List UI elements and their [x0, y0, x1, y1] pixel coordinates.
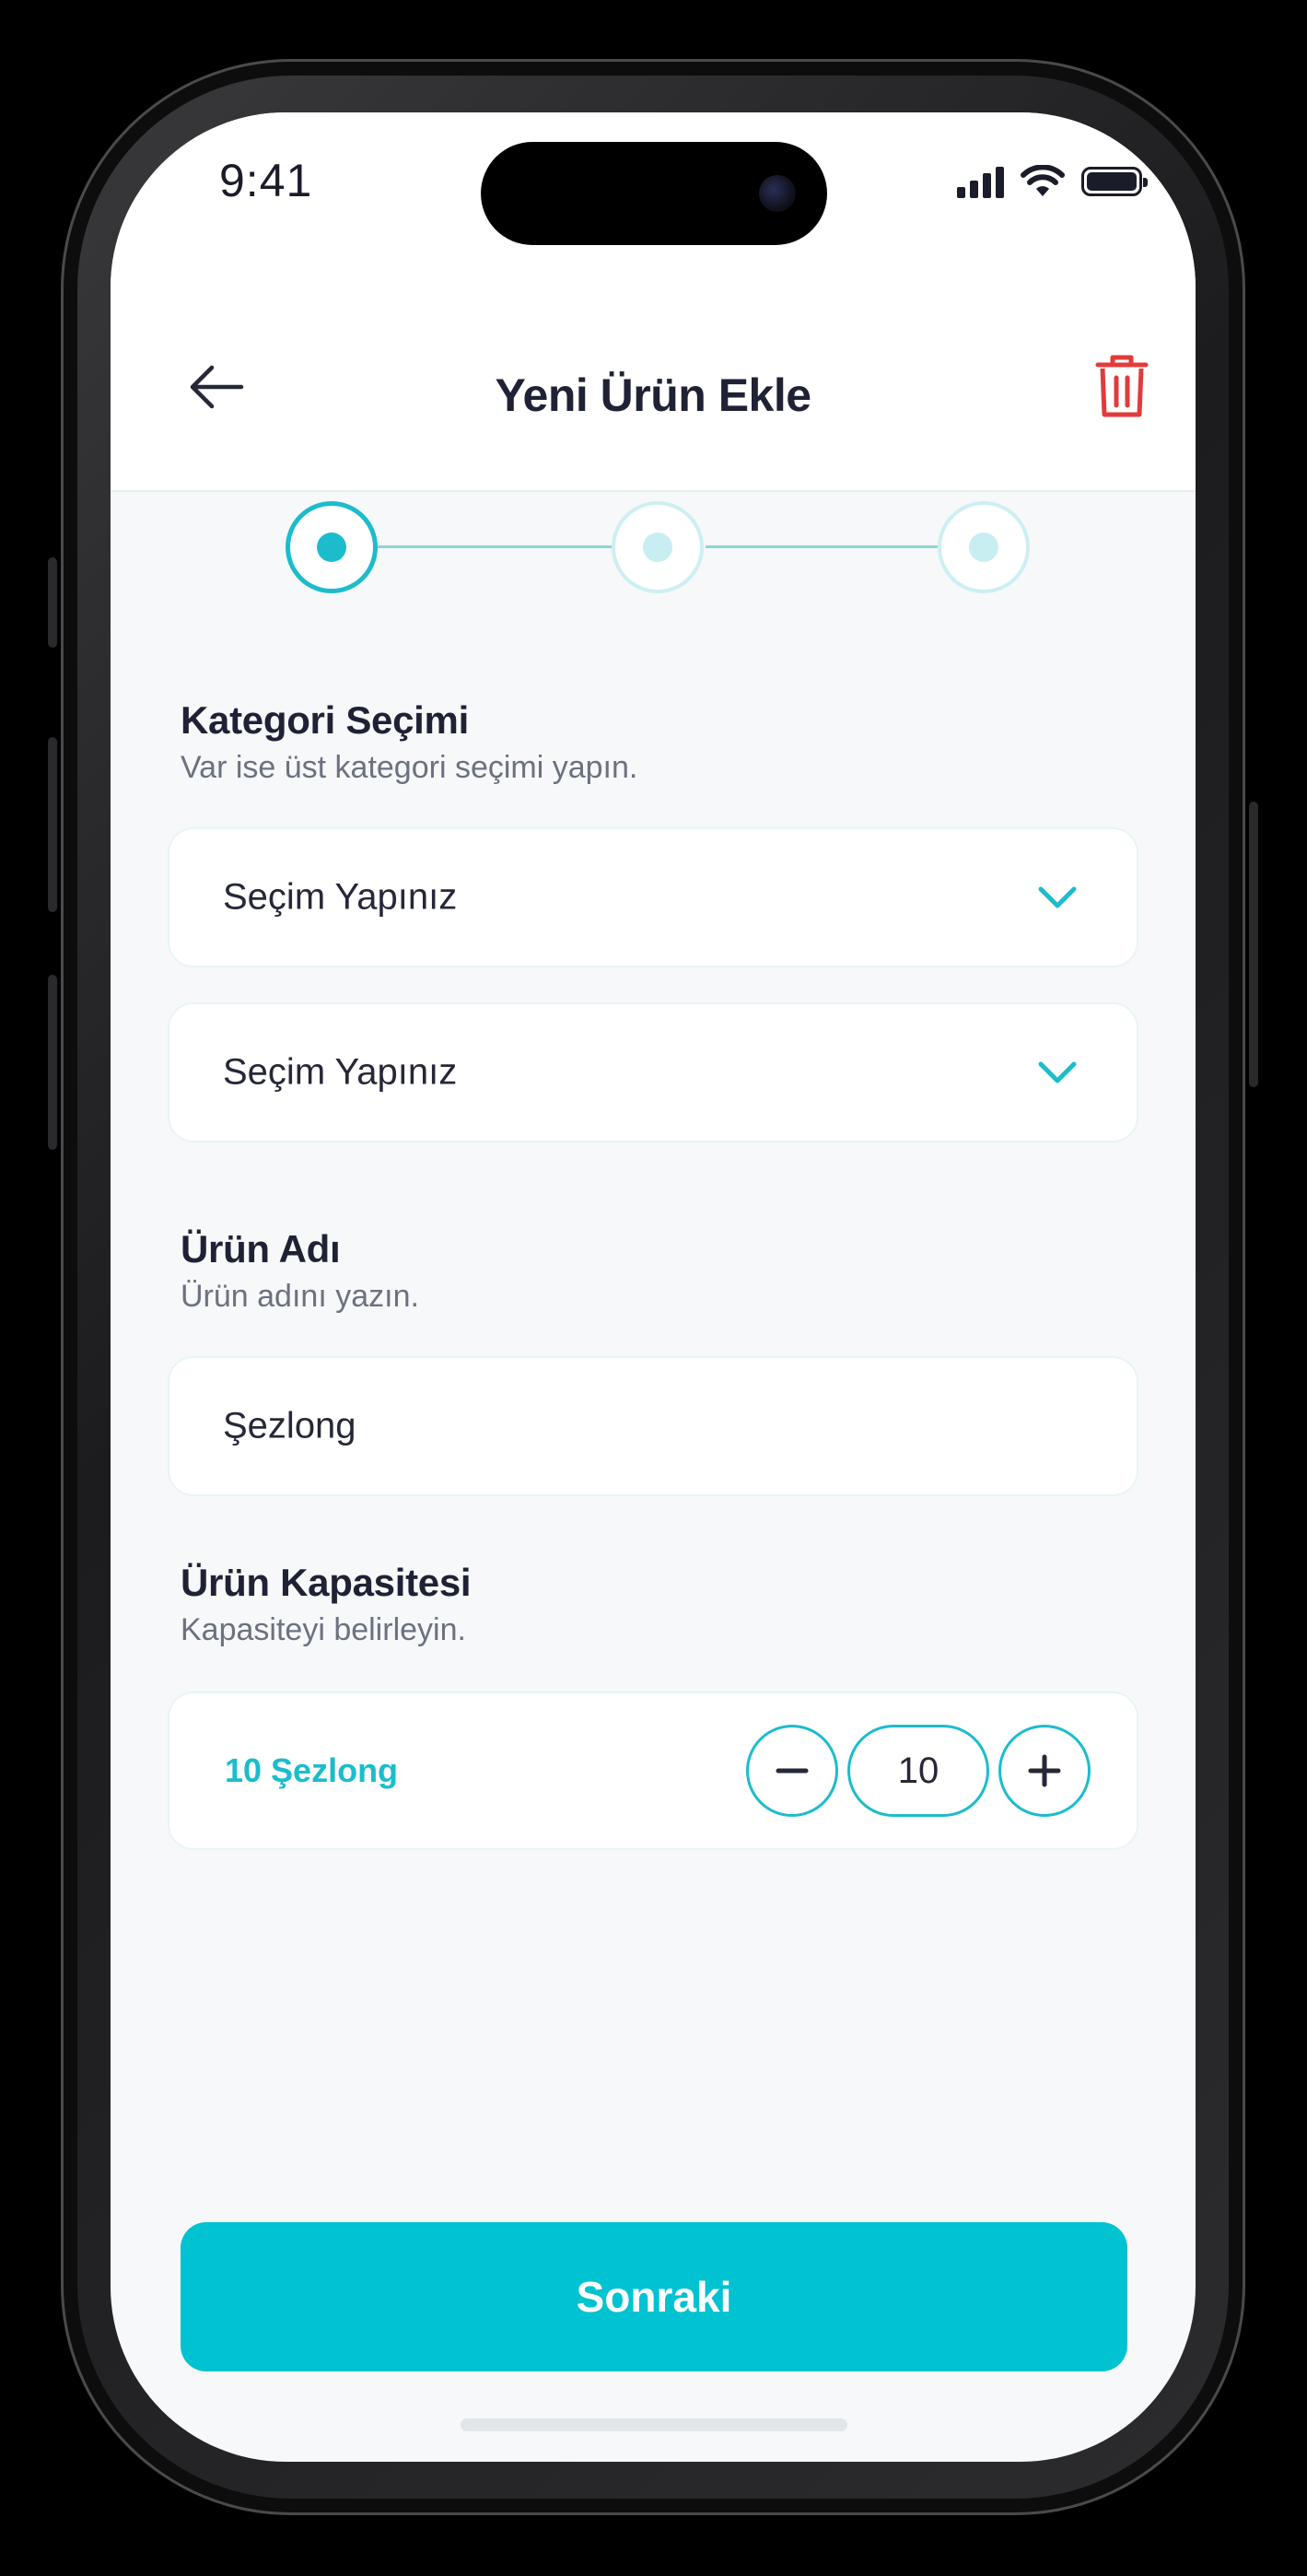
trash-icon — [1095, 355, 1149, 417]
select-value: Seçim Yapınız — [223, 876, 458, 918]
page-title: Yeni Ürün Ekle — [495, 369, 811, 421]
minus-icon — [776, 1768, 809, 1774]
capacity-subtitle: Kapasiteyi belirleyin. — [181, 1612, 466, 1647]
status-icons — [957, 163, 1148, 200]
progress-stepper — [286, 501, 1030, 593]
category-title: Kategori Seçimi — [181, 698, 469, 742]
capacity-card: 10 Şezlong 10 — [168, 1692, 1138, 1850]
input-value: Şezlong — [223, 1405, 356, 1446]
battery-icon — [1081, 167, 1148, 196]
category-subtitle: Var ise üst kategori seçimi yapın. — [181, 750, 638, 785]
wifi-icon — [1021, 165, 1065, 196]
decrement-button[interactable] — [746, 1725, 838, 1817]
status-time: 9:41 — [219, 155, 313, 206]
product-name-input[interactable]: Şezlong — [168, 1356, 1138, 1496]
dynamic-island — [481, 142, 827, 245]
product-name-subtitle: Ürün adını yazın. — [181, 1279, 419, 1314]
step-connector — [378, 545, 613, 548]
product-name-title: Ürün Adı — [181, 1227, 341, 1270]
camera-icon — [759, 175, 796, 212]
increment-button[interactable] — [998, 1725, 1091, 1817]
status-bar: 9:41 — [111, 112, 1196, 260]
home-indicator[interactable] — [461, 2418, 847, 2431]
app-screen: 9:41 Yeni Ürün Ekle Kategori Seçimi Var … — [111, 112, 1196, 2462]
step-3 — [938, 501, 1030, 593]
quantity-value[interactable]: 10 — [847, 1725, 989, 1817]
plus-icon — [1028, 1754, 1061, 1787]
select-value: Seçim Yapınız — [223, 1051, 458, 1093]
volume-up-button — [48, 737, 57, 912]
step-connector — [706, 545, 939, 548]
delete-button[interactable] — [1094, 354, 1149, 420]
power-button — [1249, 802, 1258, 1087]
signal-icon — [957, 165, 1004, 198]
chevron-down-icon — [1038, 886, 1077, 908]
next-button[interactable]: Sonraki — [181, 2222, 1127, 2371]
capacity-label: 10 Şezlong — [225, 1751, 399, 1789]
category-select-2[interactable]: Seçim Yapınız — [168, 1002, 1138, 1142]
step-2 — [612, 501, 704, 593]
silent-switch — [48, 557, 57, 648]
capacity-title: Ürün Kapasitesi — [181, 1561, 472, 1604]
app-header: Yeni Ürün Ekle — [111, 260, 1196, 492]
step-1-active — [286, 501, 378, 593]
chevron-down-icon — [1038, 1061, 1077, 1083]
volume-down-button — [48, 975, 57, 1150]
category-select-1[interactable]: Seçim Yapınız — [168, 827, 1138, 967]
